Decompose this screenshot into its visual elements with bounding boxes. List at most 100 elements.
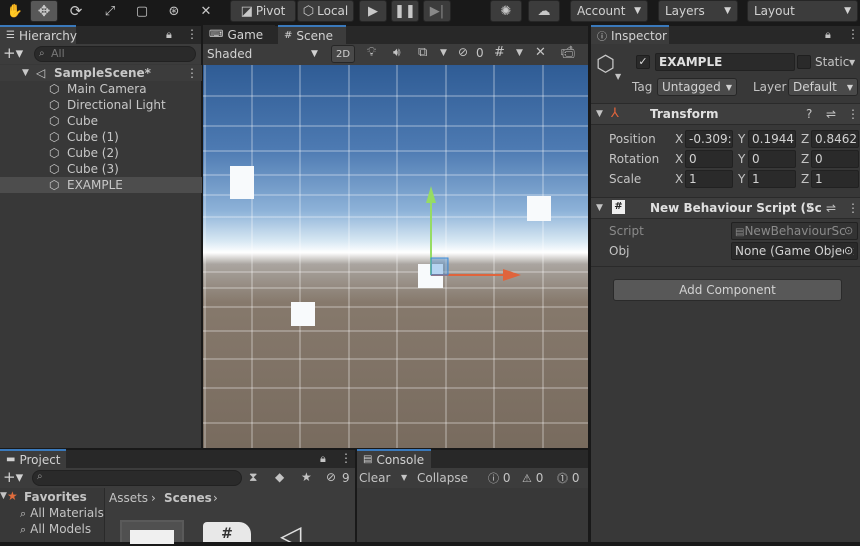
axis-label-y[interactable]: Y (738, 150, 745, 168)
scale-z-field[interactable]: 1 (811, 170, 859, 188)
favorites-label[interactable]: Favorites (24, 490, 87, 504)
hand-tool-button[interactable]: ✋ (2, 0, 28, 22)
layers-dropdown[interactable]: Layers ▼ (658, 0, 738, 22)
audio-toggle-icon[interactable]: 🔊︎ (393, 45, 401, 60)
pivot-toggle[interactable]: ◪ Pivot (230, 0, 296, 22)
axis-label-z[interactable]: Z (801, 170, 809, 188)
help-icon[interactable]: ? (806, 107, 812, 121)
collapse-toggle[interactable]: Collapse (415, 469, 470, 487)
2d-toggle[interactable]: 2D (331, 45, 355, 63)
obj-field[interactable]: None (Game Object ⊙ (731, 242, 858, 260)
console-log-area[interactable] (357, 488, 588, 542)
local-toggle[interactable]: ⬡ Local (297, 0, 354, 22)
presets-icon[interactable]: ⇌ (826, 201, 836, 215)
component-menu-icon[interactable]: ⋮ (847, 201, 859, 215)
scene-menu-icon[interactable]: ⋮ (186, 65, 198, 81)
rotation-x-field[interactable]: 0 (685, 150, 733, 168)
rect-tool-button[interactable]: ▢ (128, 0, 156, 22)
add-component-button[interactable]: Add Component (613, 279, 842, 301)
pause-button[interactable]: ❚❚ (391, 0, 419, 22)
lock-icon[interactable]: 🔒︎ (320, 452, 326, 466)
visibility-icon[interactable]: ⊘ (458, 45, 468, 59)
axis-label-y[interactable]: Y (738, 170, 745, 188)
presets-icon[interactable]: ⇌ (826, 107, 836, 121)
project-search-input[interactable]: ⌕ (32, 470, 242, 486)
tab-project[interactable]: ▬ Project (0, 449, 66, 468)
cloud-button[interactable]: ☁ (528, 0, 560, 22)
grid-dropdown-icon[interactable]: ▼ (516, 48, 523, 58)
hierarchy-item[interactable]: ⬡ Directional Light (0, 97, 202, 113)
rotate-tool-button[interactable]: ⟳ (62, 0, 90, 22)
filter-label-icon[interactable]: ◆ (275, 470, 284, 484)
favorites-item[interactable]: ⌕ All Materials (20, 505, 104, 521)
more-menu-icon[interactable]: ⋮ (340, 451, 352, 465)
hierarchy-search-input[interactable]: ⌕ All (34, 46, 196, 62)
shading-dropdown[interactable]: Shaded ▼ (203, 44, 323, 64)
scale-tool-button[interactable]: ⤢ (96, 0, 124, 22)
hierarchy-item[interactable]: ⬡ EXAMPLE (0, 177, 202, 193)
tools-icon[interactable]: ✕ (535, 45, 546, 60)
transform-tool-button[interactable]: ⊛ (160, 0, 188, 22)
tab-console[interactable]: ▤ Console (357, 449, 431, 468)
active-checkbox[interactable]: ✓ (636, 55, 650, 69)
hierarchy-item[interactable]: ⬡ Main Camera (0, 81, 202, 97)
axis-label-x[interactable]: X (675, 170, 683, 188)
light-toggle-icon[interactable]: 💡︎ (367, 45, 376, 60)
effects-icon[interactable]: ⧉ (418, 45, 427, 60)
hierarchy-item[interactable]: ⬡ Cube (0, 113, 202, 129)
more-menu-icon[interactable]: ⋮ (186, 27, 198, 41)
layer-dropdown[interactable]: Default ▼ (788, 78, 858, 96)
play-button[interactable]: ▶ (359, 0, 387, 22)
position-y-field[interactable]: 0.1944! (748, 130, 796, 148)
chevron-down-icon[interactable]: ▼ (401, 469, 407, 487)
component-menu-icon[interactable]: ⋮ (847, 107, 859, 121)
position-x-field[interactable]: -0.309: (685, 130, 733, 148)
position-z-field[interactable]: 0.8462: (811, 130, 859, 148)
static-checkbox[interactable] (797, 55, 811, 69)
scene-row[interactable]: ▼ ◁ SampleScene* ⋮ (0, 65, 202, 81)
account-dropdown[interactable]: Account ▼ (570, 0, 648, 22)
tab-hierarchy[interactable]: ☰ Hierarchy (0, 25, 77, 44)
object-name-field[interactable]: EXAMPLE (655, 53, 795, 71)
collab-button[interactable]: ✺ (490, 0, 522, 22)
hierarchy-item[interactable]: ⬡ Cube (3) (0, 161, 202, 177)
axis-label-x[interactable]: X (675, 150, 683, 168)
scene-viewport[interactable] (203, 65, 588, 448)
step-button[interactable]: ▶| (423, 0, 451, 22)
move-tool-button[interactable]: ✥ (30, 0, 58, 22)
favorites-item[interactable]: ⌕ All Models (20, 521, 91, 537)
foldout-arrow-icon[interactable]: ▼ (596, 109, 603, 119)
hierarchy-item[interactable]: ⬡ Cube (2) (0, 145, 202, 161)
lock-icon[interactable]: 🔒︎ (825, 28, 831, 42)
log-filter-toggle[interactable]: ⓘ 0 (488, 469, 510, 487)
add-icon[interactable]: +▾ (3, 468, 23, 486)
breadcrumb-assets[interactable]: Assets (109, 491, 148, 505)
clear-button[interactable]: Clear ▼ (359, 469, 413, 487)
scale-x-field[interactable]: 1 (685, 170, 733, 188)
help-icon[interactable]: ? (806, 201, 812, 215)
icon-dropdown-icon[interactable]: ▼ (615, 72, 621, 81)
asset-tile-script[interactable]: # (203, 522, 251, 542)
add-icon[interactable]: +▾ (3, 44, 23, 62)
favorite-star-icon[interactable]: ★ (301, 470, 312, 484)
tab-game[interactable]: ⌨ Game (203, 25, 275, 44)
layout-dropdown[interactable]: Layout ▼ (747, 0, 858, 22)
error-filter-toggle[interactable]: ⓵ 0 (557, 469, 579, 487)
lock-icon[interactable]: 🔒︎ (166, 28, 172, 42)
transform-header[interactable] (591, 103, 860, 125)
axis-label-x[interactable]: X (675, 130, 683, 148)
breadcrumb-scenes[interactable]: Scenes (164, 491, 212, 505)
warning-filter-toggle[interactable]: ⚠ 0 (522, 469, 543, 487)
tag-dropdown[interactable]: Untagged ▼ (657, 78, 737, 96)
rotation-y-field[interactable]: 0 (748, 150, 796, 168)
static-dropdown-icon[interactable]: ▼ (849, 58, 855, 67)
camera-icon[interactable]: 📹︎ (560, 45, 575, 59)
custom-tool-button[interactable]: ✕ (192, 0, 220, 22)
filter-type-icon[interactable]: ⧗ (249, 470, 257, 485)
axis-label-y[interactable]: Y (738, 130, 745, 148)
hierarchy-item[interactable]: ⬡ Cube (1) (0, 129, 202, 145)
axis-label-z[interactable]: Z (801, 150, 809, 168)
rotation-z-field[interactable]: 0 (811, 150, 859, 168)
expand-arrow-icon[interactable]: ▼ (0, 491, 7, 501)
more-menu-icon[interactable]: ⋮ (847, 27, 859, 41)
